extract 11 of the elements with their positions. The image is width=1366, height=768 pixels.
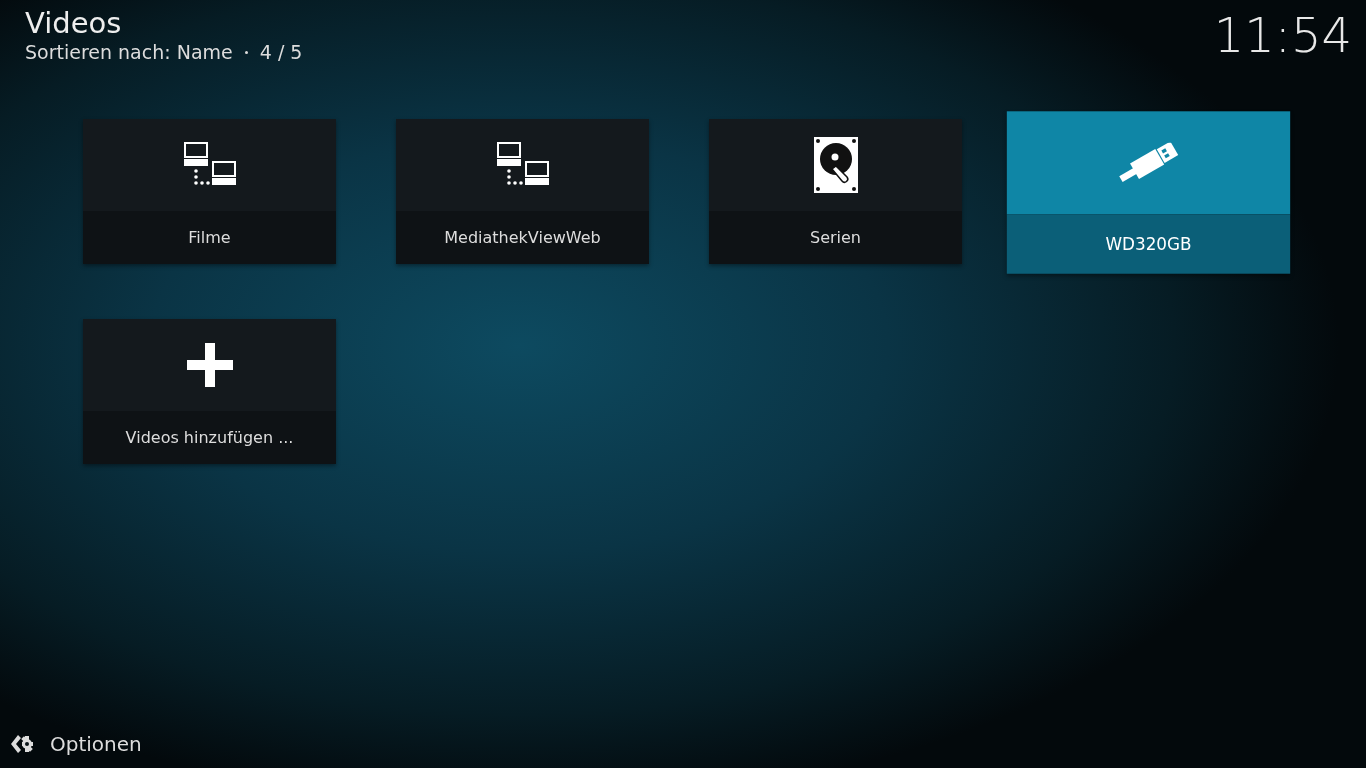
options-gear-icon: [10, 733, 34, 755]
sort-label: Sortieren nach: Name: [25, 40, 233, 64]
options-button[interactable]: Optionen: [10, 732, 142, 756]
network-computers-icon: [183, 142, 236, 188]
page-title: Videos: [25, 6, 123, 40]
usb-plug-icon: [1116, 142, 1181, 183]
plus-icon: [186, 343, 233, 387]
separator-dot: [244, 50, 248, 54]
network-computers-icon: [496, 142, 549, 188]
item-position: 4 / 5: [259, 40, 303, 64]
clock: 11:54: [1213, 6, 1352, 64]
